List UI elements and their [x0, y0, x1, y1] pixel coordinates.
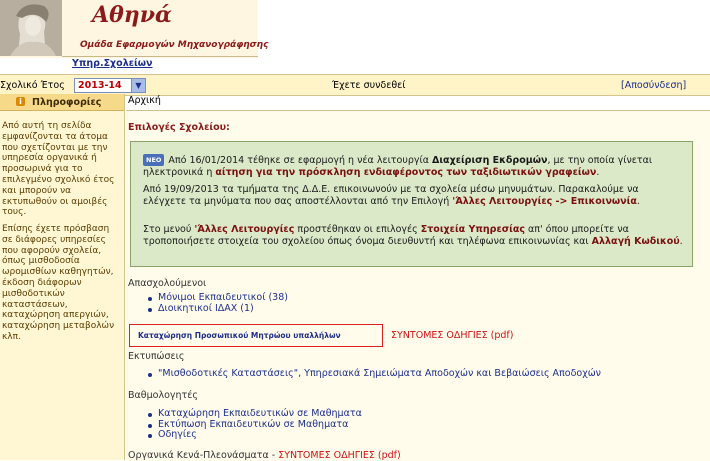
chevron-down-icon[interactable]: ▼ [131, 79, 145, 92]
school-year-select[interactable]: 2013-14 ▼ [74, 78, 146, 93]
staff-registry-link[interactable]: Καταχώρηση Προσωπικού Μητρώου υπαλλήλων [138, 331, 341, 340]
info-icon: i [16, 97, 25, 106]
prints-list: "Μισθοδοτικές Καταστάσεις", Υπηρεσιακά Σ… [148, 368, 601, 380]
list-item-permanent-teachers[interactable]: Μόνιμοι Εκπαιδευτικοί (38) [148, 292, 288, 304]
main-panel: Επιλογές Σχολείου: NEO Από 16/01/2014 τέθ… [126, 110, 710, 461]
app-title: Αθηνά [92, 2, 172, 28]
list-item-instructions[interactable]: Οδηγίες [148, 429, 362, 441]
announcement-paragraph: Στο μενού 'Άλλες Λειτουργίες προστέθηκαν… [143, 224, 683, 247]
logout-link[interactable]: [Αποσύνδεση] [621, 80, 686, 91]
header-divider [62, 56, 258, 57]
section-title: Επιλογές Σχολείου: [128, 122, 230, 133]
info-paragraph: Επίσης έχετε πρόσβαση σε διάφορες υπηρεσ… [2, 224, 115, 342]
list-item-administrative-staff[interactable]: Διοικητικοί ΙΔΑΧ (1) [148, 303, 288, 315]
staff-group-label: Απασχολούμενοι [128, 278, 207, 289]
staff-list: Μόνιμοι Εκπαιδευτικοί (38) Διοικητικοί Ι… [148, 292, 288, 315]
info-header: i Πληροφορίες [0, 94, 124, 111]
vacancies-group-label: Οργανικά Κενά-Πλεονάσματα - ΣΥΝΤΟΜΕΣ ΟΔΗ… [128, 450, 401, 461]
list-item-payroll-reports[interactable]: "Μισθοδοτικές Καταστάσεις", Υπηρεσιακά Σ… [148, 368, 601, 380]
graders-list: Καταχώρηση Εκπαιδευτικών σε Μαθηματα Εκτ… [148, 408, 362, 441]
school-year-label: Σχολικό Έτος [0, 80, 65, 91]
top-bar: Σχολικό Έτος 2013-14 ▼ Έχετε συνδεθεί [Α… [0, 74, 710, 96]
announcement-paragraph: NEO Από 16/01/2014 τέθηκε σε εφαρμογή η ν… [143, 154, 653, 178]
info-title: Πληροφορίες [32, 97, 102, 108]
info-paragraph: Από αυτή τη σελίδα εμφανίζονται τα άτομα… [2, 121, 115, 218]
announcement-paragraph: Από 19/09/2013 τα τμήματα της Δ.Δ.Ε. επι… [143, 184, 640, 207]
prints-group-label: Εκτυπώσεις [128, 351, 185, 362]
school-year-value: 2013-14 [78, 80, 122, 91]
breadcrumb: Αρχική [128, 95, 161, 106]
connection-status: Έχετε συνδεθεί [332, 80, 406, 91]
graders-group-label: Βαθμολογητές [128, 390, 198, 401]
athena-logo [0, 0, 62, 56]
vacancies-guide-link[interactable]: ΣΥΝΤΟΜΕΣ ΟΔΗΓΙΕΣ (pdf) [278, 450, 400, 461]
registry-guide-link[interactable]: ΣΥΝΤΟΜΕΣ ΟΔΗΓΙΕΣ (pdf) [391, 330, 513, 341]
new-badge: NEO [143, 154, 165, 166]
registry-highlight-box: Καταχώρηση Προσωπικού Μητρώου υπαλλήλων [129, 324, 383, 347]
info-sidebar: i Πληροφορίες Από αυτή τη σελίδα εμφανίζ… [0, 94, 125, 460]
app-subtitle: Ομάδα Εφαρμογών Μηχανογράφησης [80, 40, 269, 50]
list-item-register-teachers[interactable]: Καταχώρηση Εκπαιδευτικών σε Μαθηματα [148, 408, 362, 420]
school-services-link[interactable]: Υπηρ.Σχολείων [72, 58, 152, 69]
announcement-box: NEO Από 16/01/2014 τέθηκε σε εφαρμογή η ν… [130, 141, 693, 267]
